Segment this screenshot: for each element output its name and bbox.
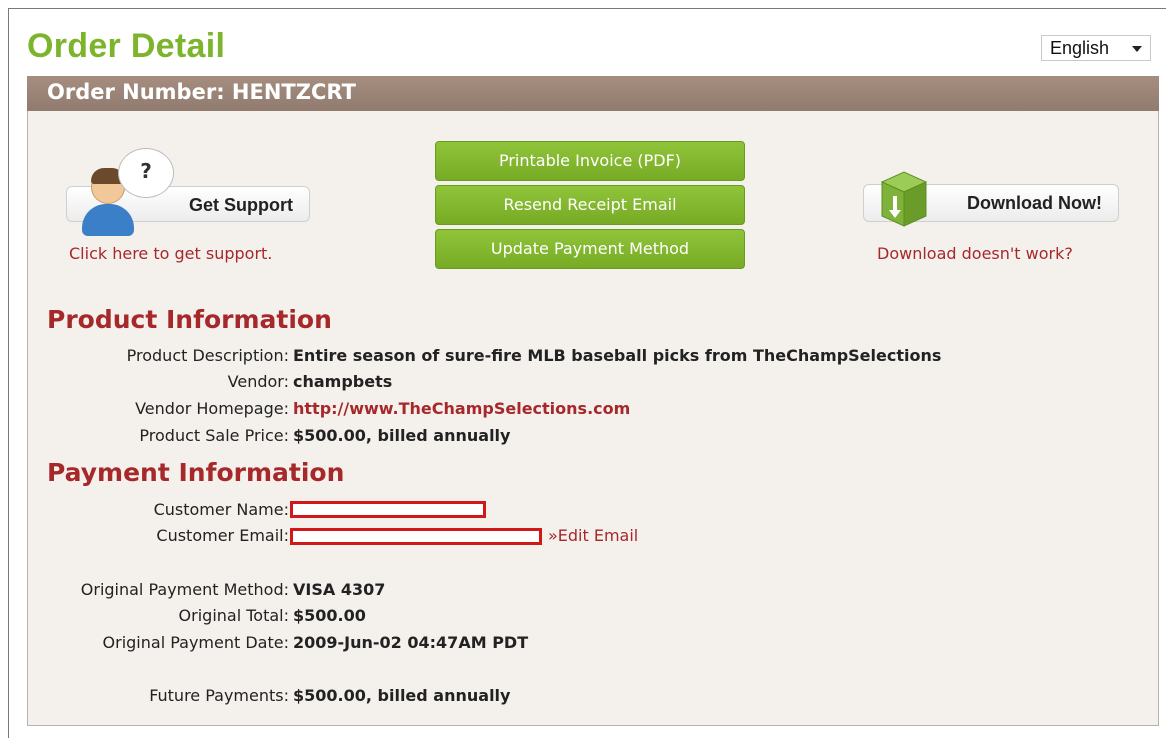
printable-invoice-button[interactable]: Printable Invoice (PDF) [435, 141, 745, 181]
product-description-label: Product Description: [126, 346, 289, 365]
language-select[interactable]: English [1041, 35, 1151, 61]
vendor-homepage-label: Vendor Homepage: [135, 399, 289, 418]
payment-date-label: Original Payment Date: [102, 633, 289, 652]
product-description-value: Entire season of sure-fire MLB baseball … [293, 346, 942, 365]
original-total-value: $500.00 [293, 606, 366, 625]
download-not-working-link[interactable]: Download doesn't work? [877, 244, 1073, 263]
payment-info-heading: Payment Information [47, 458, 345, 487]
future-payments-label: Future Payments: [149, 686, 289, 705]
edit-email-link[interactable]: »Edit Email [548, 526, 638, 545]
product-info-heading: Product Information [47, 305, 332, 334]
order-number-bar: Order Number: HENTZCRT [27, 76, 1159, 111]
sale-price-value: $500.00, billed annually [293, 426, 511, 445]
download-box-icon [880, 171, 928, 227]
get-support-link[interactable]: Click here to get support. [69, 244, 272, 263]
vendor-label: Vendor: [227, 372, 289, 391]
resend-receipt-button[interactable]: Resend Receipt Email [435, 185, 745, 225]
original-total-row: Original Total: $500.00 [0, 606, 1100, 628]
customer-email-label: Customer Email: [156, 526, 289, 545]
product-description-row: Product Description: Entire season of su… [0, 346, 1100, 368]
future-payments-row: Future Payments: $500.00, billed annuall… [0, 686, 1100, 708]
payment-method-value: VISA 4307 [293, 580, 386, 599]
payment-date-value: 2009-Jun-02 04:47AM PDT [293, 633, 529, 652]
customer-email-redacted [290, 528, 542, 545]
chevron-down-icon [1132, 46, 1142, 52]
customer-name-label: Customer Name: [153, 500, 289, 519]
vendor-row: Vendor: champbets [0, 372, 1100, 394]
language-select-value: English [1050, 38, 1110, 58]
future-payments-value: $500.00, billed annually [293, 686, 511, 705]
vendor-homepage-link[interactable]: http://www.TheChampSelections.com [293, 399, 630, 418]
page-title: Order Detail [27, 27, 226, 65]
customer-name-row: Customer Name: [0, 500, 1100, 522]
update-payment-button[interactable]: Update Payment Method [435, 229, 745, 269]
payment-date-row: Original Payment Date: 2009-Jun-02 04:47… [0, 633, 1100, 655]
question-bubble-icon: ? [118, 148, 174, 198]
original-total-label: Original Total: [178, 606, 289, 625]
vendor-homepage-row: Vendor Homepage: http://www.TheChampSele… [0, 399, 1100, 421]
sale-price-row: Product Sale Price: $500.00, billed annu… [0, 426, 1100, 448]
customer-name-redacted [290, 501, 486, 518]
payment-method-label: Original Payment Method: [80, 580, 289, 599]
payment-method-row: Original Payment Method: VISA 4307 [0, 580, 1100, 602]
sale-price-label: Product Sale Price: [139, 426, 289, 445]
vendor-value: champbets [293, 372, 393, 391]
